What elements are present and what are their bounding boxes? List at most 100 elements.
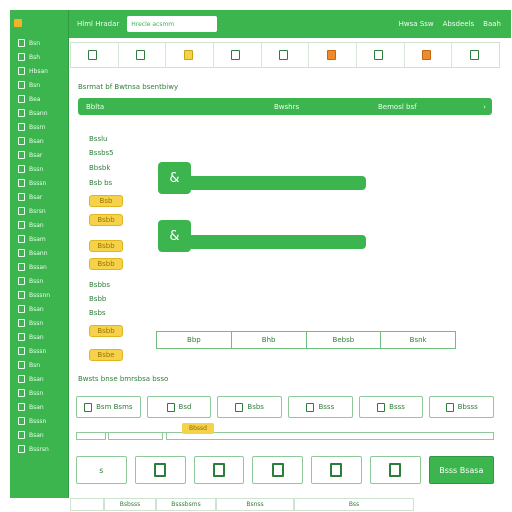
doc-icon bbox=[18, 277, 25, 285]
sidebar-item[interactable]: Bssan bbox=[10, 260, 68, 274]
top-link-3[interactable]: Baah bbox=[483, 20, 501, 28]
sidebar-item[interactable]: Bssn bbox=[10, 274, 68, 288]
sidebar-item[interactable]: Bssn bbox=[10, 316, 68, 330]
sidebar-item[interactable]: Bsan bbox=[10, 400, 68, 414]
seg-cell[interactable]: Bhb bbox=[232, 332, 307, 348]
range-seg[interactable] bbox=[108, 433, 163, 440]
seg-cell[interactable]: Bbp bbox=[157, 332, 232, 348]
field-item[interactable]: Bsb bbox=[89, 195, 123, 207]
section-bar-label-1: Bblta bbox=[86, 102, 105, 111]
tool-button[interactable] bbox=[119, 43, 167, 67]
field-item[interactable]: Bsbb bbox=[89, 325, 123, 337]
action-button[interactable]: Bsss bbox=[288, 396, 353, 418]
sidebar-item-label: Bsssn bbox=[29, 179, 47, 187]
sidebar-item[interactable]: Bsan bbox=[10, 330, 68, 344]
sidebar-item[interactable]: Bsan bbox=[10, 134, 68, 148]
doc-icon bbox=[18, 165, 25, 173]
sidebar-item-label: Hbsan bbox=[29, 67, 48, 75]
sidebar-item-label: Bsan bbox=[29, 137, 44, 145]
chevron-right-icon[interactable]: › bbox=[483, 103, 486, 111]
sidebar-item-label: Bsan bbox=[29, 221, 44, 229]
range-seg[interactable] bbox=[76, 433, 106, 440]
action-button[interactable]: Bsbs bbox=[217, 396, 283, 418]
action-button[interactable]: Bbsss bbox=[429, 396, 495, 418]
sidebar-item[interactable]: Bsh bbox=[10, 50, 68, 64]
sidebar-item[interactable]: Bsssn bbox=[10, 176, 68, 190]
range-tag[interactable]: Bbssd bbox=[182, 423, 214, 434]
progress-bar bbox=[191, 176, 366, 190]
sidebar-item[interactable]: Bsn bbox=[10, 358, 68, 372]
sidebar-item-label: Bssan bbox=[29, 263, 47, 271]
icon-button[interactable] bbox=[252, 456, 304, 484]
action-label: Bbsss bbox=[457, 403, 478, 411]
doc-icon bbox=[18, 207, 25, 215]
seg-cell[interactable]: Bsnk bbox=[381, 332, 455, 348]
field-item[interactable]: Bsbb bbox=[89, 214, 123, 226]
sidebar-item[interactable]: Bsssnn bbox=[10, 288, 68, 302]
sidebar: Bsn Bsh Hbsan Bsn Bea Bsann Bssrn Bsan Bsar Bssn B… bbox=[10, 10, 69, 498]
icon-button[interactable]: s bbox=[76, 456, 127, 484]
doc-icon bbox=[18, 375, 25, 383]
seg-cell[interactable]: Bebsb bbox=[307, 332, 382, 348]
tool-button[interactable] bbox=[357, 43, 405, 67]
sidebar-item-label: Bsssn bbox=[29, 417, 47, 425]
icon-button[interactable] bbox=[311, 456, 362, 484]
sidebar-item[interactable]: Bsn bbox=[10, 36, 68, 50]
sidebar-item[interactable]: Bsann bbox=[10, 246, 68, 260]
sidebar-item[interactable]: Bsssn bbox=[10, 414, 68, 428]
icon-button[interactable] bbox=[193, 456, 245, 484]
tool-button[interactable] bbox=[452, 43, 499, 67]
sidebar-item-label: Bsan bbox=[29, 403, 44, 411]
sidebar-item[interactable]: Bssn bbox=[10, 162, 68, 176]
user-icon: & bbox=[158, 162, 191, 194]
action-label: Bsss bbox=[389, 403, 405, 411]
tool-button[interactable] bbox=[309, 43, 358, 67]
sidebar-item[interactable]: Bsn bbox=[10, 78, 68, 92]
top-link-2[interactable]: Absdeels bbox=[443, 20, 475, 28]
range-seg[interactable] bbox=[166, 433, 494, 440]
field-item[interactable]: Bsbb bbox=[89, 240, 123, 252]
sidebar-item-label: Bsann bbox=[29, 249, 48, 257]
sidebar-item-label: Bsar bbox=[29, 151, 43, 159]
top-link-1[interactable]: Hwsa Ssw bbox=[399, 20, 434, 28]
primary-cta-button[interactable]: Bsss Bsasa bbox=[428, 456, 494, 484]
action-button[interactable]: Bsd bbox=[146, 396, 212, 418]
sidebar-item[interactable]: Bsrsn bbox=[10, 204, 68, 218]
segmented-table: Bbp Bhb Bebsb Bsnk bbox=[156, 331, 456, 349]
tool-button[interactable] bbox=[166, 43, 215, 67]
field-item[interactable]: Bsbe bbox=[89, 349, 123, 361]
sidebar-item[interactable]: Bea bbox=[10, 92, 68, 106]
sidebar-item[interactable]: Bssrn bbox=[10, 120, 68, 134]
tool-button[interactable] bbox=[214, 43, 262, 67]
grid-icon bbox=[279, 50, 289, 60]
icon-button[interactable] bbox=[134, 456, 186, 484]
app-title: Hlml Hradar bbox=[77, 20, 120, 28]
search-input[interactable]: Hrecle acsmm bbox=[127, 16, 218, 32]
icon-button-label: s bbox=[99, 465, 104, 475]
sidebar-item[interactable]: Bsann bbox=[10, 106, 68, 120]
action-button[interactable]: Bsss bbox=[358, 396, 424, 418]
sidebar-item[interactable]: Bssrsn bbox=[10, 442, 68, 456]
field-item: Bssbs5 bbox=[89, 149, 114, 157]
tool-button[interactable] bbox=[405, 43, 453, 67]
icon-button[interactable] bbox=[369, 456, 421, 484]
sidebar-item[interactable]: Bsssn bbox=[10, 344, 68, 358]
sidebar-item[interactable]: Bsan bbox=[10, 218, 68, 232]
action-button[interactable]: Bsm Bsms bbox=[76, 396, 141, 418]
tool-button[interactable] bbox=[71, 43, 119, 67]
sidebar-item[interactable]: Bsar bbox=[10, 190, 68, 204]
doc-icon bbox=[18, 81, 25, 89]
doc-icon bbox=[18, 193, 25, 201]
sidebar-item[interactable]: Bsan bbox=[10, 302, 68, 316]
sidebar-item[interactable]: Bsan bbox=[10, 372, 68, 386]
sidebar-item[interactable]: Bsam bbox=[10, 232, 68, 246]
sidebar-item[interactable]: Bssn bbox=[10, 386, 68, 400]
sidebar-item[interactable]: Bsan bbox=[10, 428, 68, 442]
icon-row: s Bsss Bsasa bbox=[76, 456, 494, 484]
sidebar-item[interactable]: Bsar bbox=[10, 148, 68, 162]
tool-button[interactable] bbox=[262, 43, 310, 67]
sidebar-item[interactable]: Hbsan bbox=[10, 64, 68, 78]
field-item[interactable]: Bsbb bbox=[89, 258, 123, 270]
doc-icon bbox=[166, 402, 175, 412]
doc-icon bbox=[18, 151, 25, 159]
